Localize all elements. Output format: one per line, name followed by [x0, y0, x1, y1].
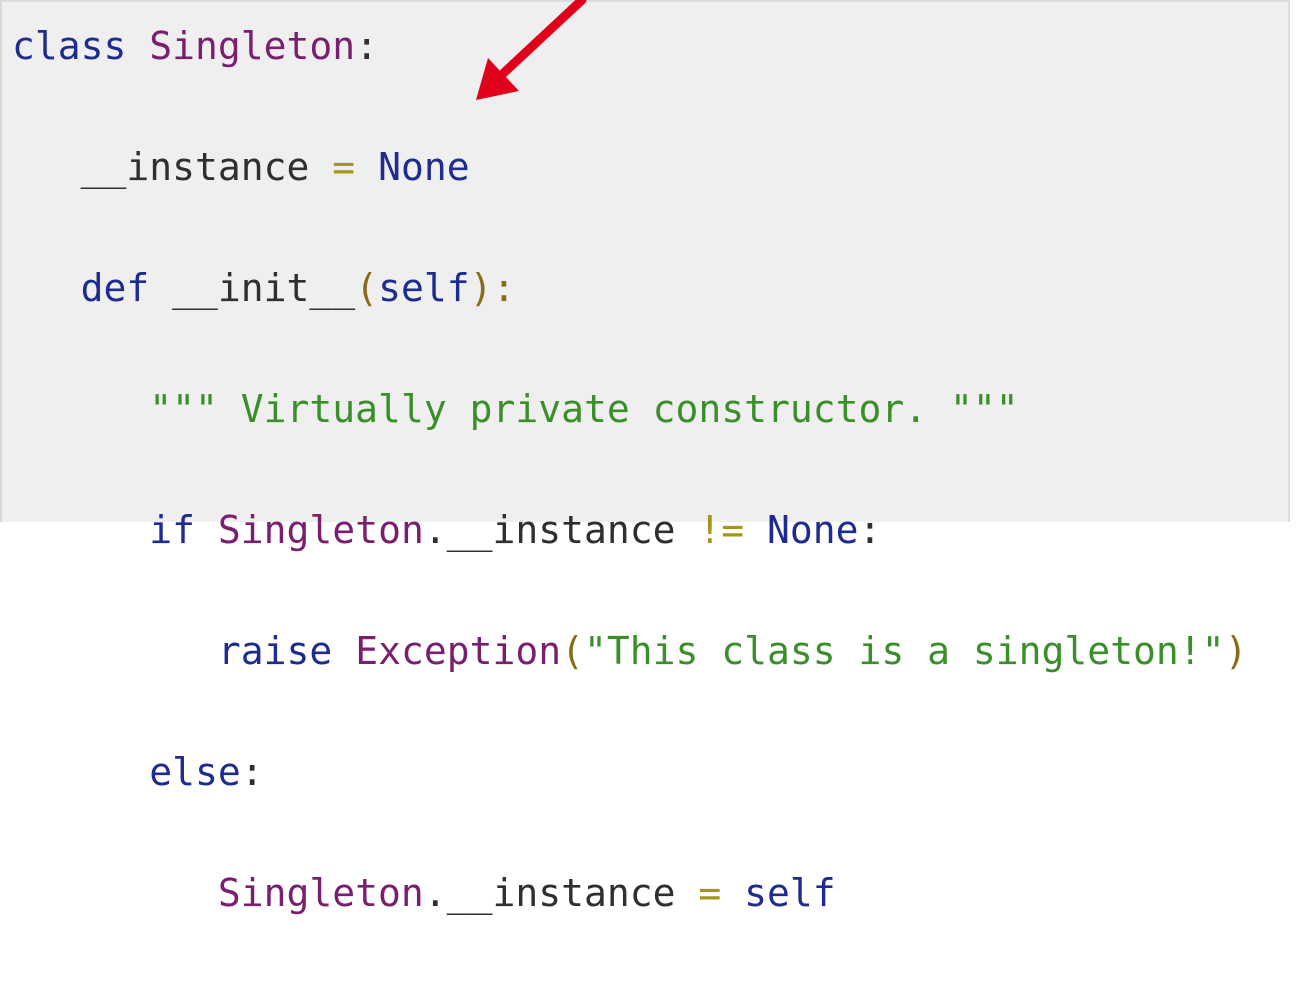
code-token: __instance	[446, 871, 676, 915]
code-line: class Singleton:	[12, 16, 1247, 77]
code-token: "This class is a singleton!"	[583, 629, 1225, 673]
code-token: (	[355, 266, 379, 310]
code-token: __init__	[172, 266, 356, 310]
code-token: class	[12, 24, 150, 68]
page-margin	[1290, 0, 1304, 522]
code-token-none-target: None	[378, 145, 470, 189]
code-token: None	[767, 508, 859, 552]
code-token: self	[378, 266, 470, 310]
code-token: :	[240, 750, 264, 794]
code-token: else	[149, 750, 241, 794]
code-snippet-panel: class Singleton: __instance = None def _…	[0, 0, 1290, 915]
code-block: class Singleton: __instance = None def _…	[12, 16, 1247, 984]
code-line: def __init__(self):	[12, 258, 1247, 319]
code-token: =	[675, 871, 745, 915]
code-line: else:	[12, 742, 1247, 803]
code-token: :	[858, 508, 882, 552]
code-token: Singleton	[217, 508, 424, 552]
code-token: ):	[469, 266, 516, 310]
code-line: Singleton.__instance = self	[12, 863, 1247, 924]
code-token: def	[80, 266, 173, 310]
code-line: if Singleton.__instance != None:	[12, 500, 1247, 561]
code-token: __instance	[80, 145, 310, 189]
code-token: (	[561, 629, 584, 673]
code-token: raise	[217, 629, 356, 673]
code-token: =	[309, 145, 379, 189]
code-token: )	[1224, 629, 1248, 673]
code-token: :	[355, 24, 379, 68]
code-line: raise Exception("This class is a singlet…	[12, 621, 1248, 682]
code-line: """ Virtually private constructor. """	[12, 379, 1247, 440]
code-token: Singleton	[149, 24, 356, 68]
code-token: Exception	[355, 629, 562, 673]
code-token: .	[423, 871, 447, 915]
code-token: __instance	[446, 508, 676, 552]
code-token: self	[744, 871, 836, 915]
code-line: __instance = None	[12, 137, 1247, 198]
code-token: Singleton	[217, 871, 424, 915]
code-token: .	[423, 508, 447, 552]
code-token: """ Virtually private constructor. """	[149, 387, 1019, 431]
code-token: if	[149, 508, 218, 552]
code-token: !=	[675, 508, 768, 552]
